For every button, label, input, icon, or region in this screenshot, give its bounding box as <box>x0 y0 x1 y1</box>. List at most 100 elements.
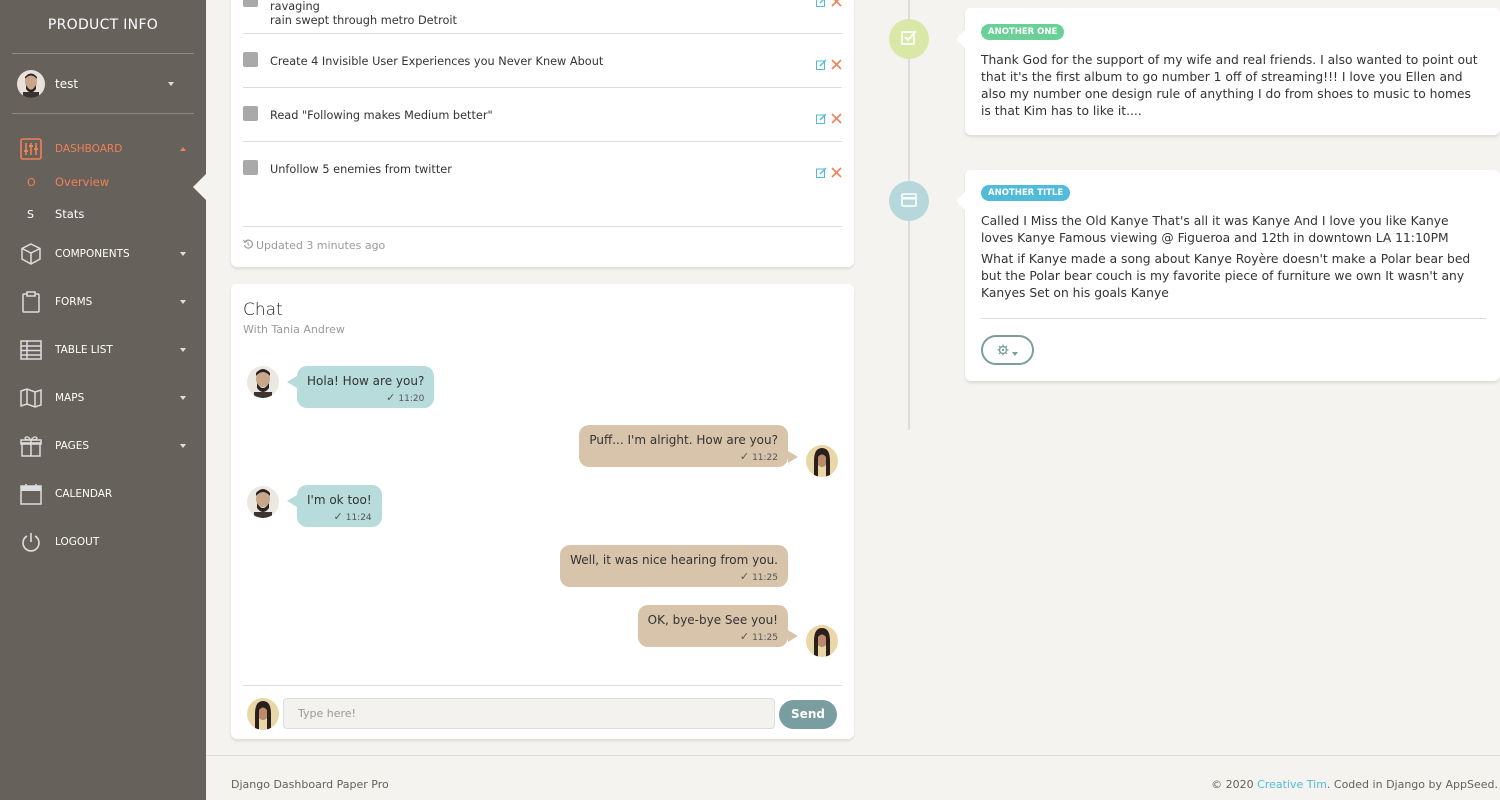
bubble-tail <box>788 451 798 463</box>
sidebar-item-logout[interactable]: LOGOUT <box>0 518 206 566</box>
sidebar-item-calendar[interactable]: CALENDAR <box>0 470 206 518</box>
edit-icon[interactable] <box>816 0 827 11</box>
message-time-text: 11:24 <box>345 513 372 523</box>
task-row: Create 4 Invisible User Experiences you … <box>243 34 842 88</box>
chat-message: I'm ok too! ✓ 11:24 <box>297 485 382 527</box>
task-checkbox[interactable] <box>243 106 258 121</box>
sliders-icon <box>20 138 42 160</box>
check-icon: ✓ <box>739 630 750 643</box>
timeline-label: ANOTHER TITLE <box>981 185 1071 201</box>
message-time: ✓ 11:24 <box>307 510 372 523</box>
panel-arrow <box>956 192 965 210</box>
chevron-down-icon <box>180 252 186 256</box>
check-icon: ✓ <box>333 510 343 523</box>
avatar <box>806 445 838 477</box>
message-text: Well, it was nice hearing from you. <box>570 553 778 567</box>
timeline-panel: ANOTHER TITLE Called I Miss the Old Kany… <box>956 170 1500 381</box>
message-time-text: 11:25 <box>752 573 778 583</box>
task-text: Read "Following makes Medium better" <box>270 109 493 122</box>
updated-text: Updated 3 minutes ago <box>256 239 386 252</box>
calendar-icon <box>20 483 42 505</box>
sidebar-item-maps[interactable]: MAPS <box>0 374 206 422</box>
avatar <box>247 366 279 398</box>
close-icon[interactable] <box>831 163 842 182</box>
brand-title[interactable]: PRODUCT INFO <box>12 0 194 54</box>
chat-input[interactable]: Type here! <box>283 698 775 729</box>
task-checkbox[interactable] <box>243 52 258 67</box>
panel-arrow <box>956 30 965 48</box>
task-checkbox[interactable] <box>243 0 258 7</box>
creative-tim-link[interactable]: Creative Tim <box>1257 778 1327 791</box>
user-name: test <box>55 76 79 91</box>
footer-suffix-text: . Coded in Django by AppSeed. <box>1326 778 1498 791</box>
task-checkbox[interactable] <box>243 160 258 175</box>
updated-status: Updated 3 minutes ago <box>243 226 842 252</box>
timeline-panel: ANOTHER ONE Thank God for the support of… <box>956 8 1500 135</box>
sidebar-item-table-list[interactable]: TABLE LIST <box>0 326 206 374</box>
chat-message: Hola! How are you? ✓ 11:20 <box>297 366 435 408</box>
timeline-text: What if Kanye made a song about Kanye Ro… <box>981 252 1471 300</box>
sidebar-subitem-mini: S <box>27 207 34 221</box>
avatar <box>247 486 279 518</box>
chevron-down-icon <box>180 348 186 352</box>
sidebar-item-label: PAGES <box>55 440 90 452</box>
sidebar-item-pages[interactable]: PAGES <box>0 422 206 470</box>
sidebar-item-label: LOGOUT <box>55 536 100 548</box>
chevron-down-icon <box>168 81 174 86</box>
settings-dropdown-button[interactable] <box>981 335 1034 365</box>
message-time-text: 11:22 <box>752 453 778 463</box>
divider <box>243 685 842 686</box>
sidebar-item-label: CALENDAR <box>55 488 113 500</box>
task-text: Create 4 Invisible User Experiences you … <box>270 55 604 68</box>
user-menu[interactable]: test <box>12 54 194 114</box>
sidebar-item-label: TABLE LIST <box>55 344 113 356</box>
clipboard-icon <box>20 291 42 313</box>
message-time-text: 11:20 <box>398 394 425 404</box>
chat-message: OK, bye-bye See you! ✓ 11:25 <box>637 605 788 647</box>
sidebar: PRODUCT INFO test DASHBOARD O Overview S… <box>0 0 206 800</box>
close-icon[interactable] <box>831 109 842 128</box>
close-icon[interactable] <box>831 0 842 11</box>
sidebar-subitem-stats[interactable]: S Stats <box>0 198 206 230</box>
power-icon <box>20 531 42 553</box>
table-icon <box>20 339 42 361</box>
sidebar-item-dashboard[interactable]: DASHBOARD <box>0 132 206 166</box>
sidebar-subitem-overview[interactable]: O Overview <box>0 166 206 198</box>
chevron-down-icon <box>180 300 186 304</box>
footer-brand: Django Dashboard Paper Pro <box>231 778 389 791</box>
map-icon <box>20 387 42 409</box>
credit-card-icon <box>901 192 917 211</box>
task-row: Flooded: One year later, assessing what … <box>243 0 842 34</box>
edit-icon[interactable] <box>816 109 827 128</box>
sidebar-item-label: DASHBOARD <box>55 143 123 155</box>
chat-card: Chat With Tania Andrew Hola! How are you… <box>231 284 854 739</box>
gear-icon <box>997 341 1009 360</box>
message-text: OK, bye-bye See you! <box>647 613 778 627</box>
chat-message: Well, it was nice hearing from you. ✓ 11:… <box>560 545 788 587</box>
box-icon <box>20 243 42 265</box>
check-icon: ✓ <box>739 570 750 583</box>
avatar <box>806 625 838 657</box>
timeline-text: Thank God for the support of my wife and… <box>981 53 1478 118</box>
edit-icon[interactable] <box>816 163 827 182</box>
bubble-tail <box>788 630 798 642</box>
task-text: Unfollow 5 enemies from twitter <box>270 163 452 176</box>
bubble-tail <box>287 495 297 507</box>
check-icon: ✓ <box>739 450 750 463</box>
check-square-icon <box>901 29 917 49</box>
message-time: ✓ 11:20 <box>307 391 424 404</box>
sidebar-item-forms[interactable]: FORMS <box>0 278 206 326</box>
sidebar-nav: DASHBOARD O Overview S Stats COMPONENTS … <box>0 132 206 566</box>
task-row: Unfollow 5 enemies from twitter <box>243 142 842 196</box>
close-icon[interactable] <box>831 55 842 74</box>
message-text: Hola! How are you? <box>307 374 425 388</box>
timeline-badge <box>889 181 929 221</box>
sidebar-subitem-label: Overview <box>55 175 110 189</box>
message-time: ✓ 11:25 <box>648 630 778 643</box>
sidebar-item-components[interactable]: COMPONENTS <box>0 230 206 278</box>
footer: Django Dashboard Paper Pro © 2020 Creati… <box>206 755 1500 800</box>
bubble-tail <box>287 376 297 388</box>
edit-icon[interactable] <box>816 55 827 74</box>
check-icon: ✓ <box>386 391 396 404</box>
send-button[interactable]: Send <box>779 700 837 729</box>
